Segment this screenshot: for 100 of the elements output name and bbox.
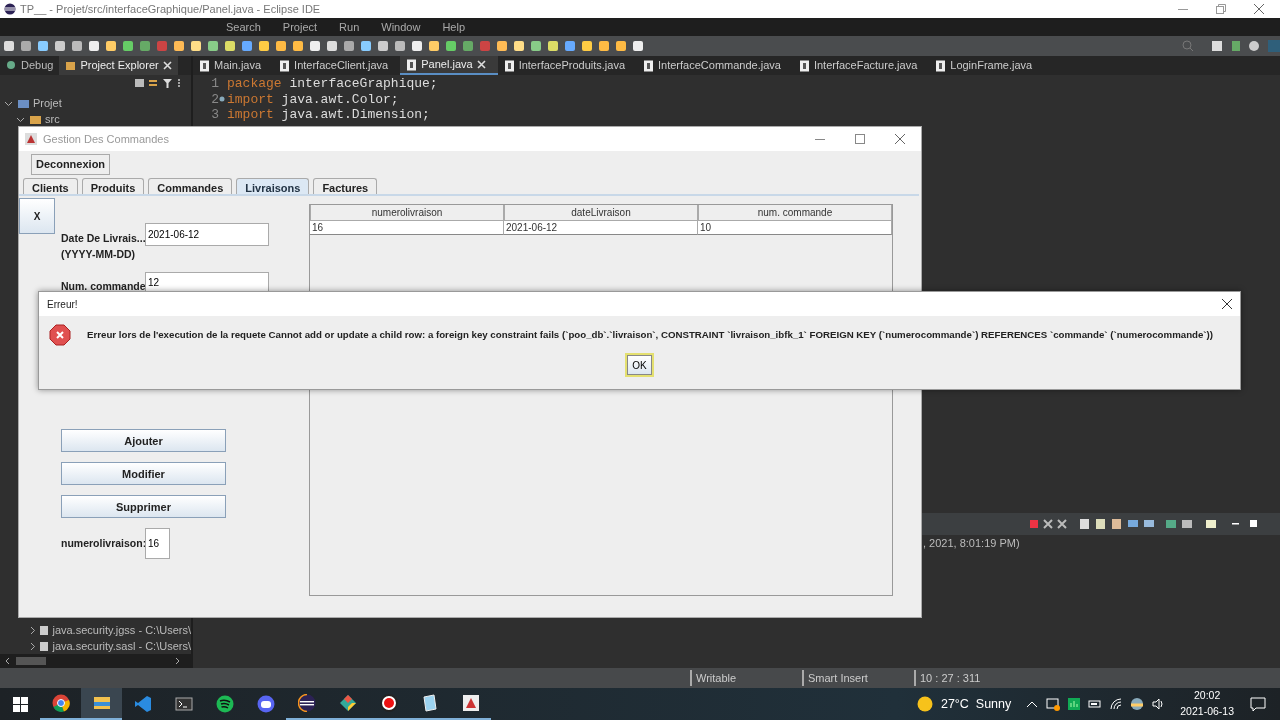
windows-start-icon[interactable] (12, 696, 28, 712)
music-app-icon (215, 695, 234, 713)
library-icon (39, 624, 49, 636)
close-button[interactable]: X (19, 198, 55, 234)
format-hint: (YYYY-MM-DD) (61, 246, 137, 262)
record-icon (379, 694, 398, 712)
tab[interactable]: Livraisons (236, 178, 310, 194)
field-label: Date De Livrais... (61, 231, 145, 246)
cloud-icon[interactable] (1130, 697, 1145, 711)
perspective-icons-drawing[interactable] (1210, 39, 1280, 53)
status-field: 10 : 27 : 311 (914, 669, 1014, 687)
ok-button[interactable]: OK (627, 355, 652, 375)
line-number: 1 (210, 76, 219, 92)
view-tab[interactable]: Debug (0, 56, 60, 75)
tab[interactable]: Commandes (148, 178, 233, 194)
sun-icon[interactable] (916, 696, 933, 712)
meter-icon[interactable] (1067, 697, 1082, 711)
date-field[interactable]: 2021-06-12 (145, 223, 269, 246)
line-number: 2 (210, 91, 219, 107)
chat-app-icon (256, 695, 275, 713)
tab[interactable]: Clients (23, 178, 78, 194)
clock-date[interactable]: 2021-06-13 (1180, 704, 1234, 720)
notepad-icon (420, 694, 439, 712)
action-button[interactable]: Supprimer (61, 495, 226, 519)
field-label: numerolivraison: (61, 535, 145, 551)
view-toolbar-drawing[interactable] (135, 77, 183, 89)
editor-tab[interactable]: InterfaceProduits.java (497, 56, 637, 75)
tree-item[interactable]: java.security.sasl - C:\Users\ (4, 638, 191, 654)
view-tab[interactable]: Project Explorer (59, 56, 178, 75)
field-label: Num. commande (61, 278, 145, 294)
status-field: Smart Insert (802, 669, 914, 687)
folder-icon (92, 694, 111, 712)
action-button[interactable]: Modifier (61, 462, 226, 486)
ide-icon (297, 694, 316, 712)
wifi-icon[interactable] (1109, 697, 1124, 711)
close-icon[interactable] (1254, 4, 1264, 14)
action-button[interactable]: Ajouter (61, 429, 226, 453)
java-file-icon (199, 59, 210, 72)
code-line: import java.awt.Color; (227, 91, 399, 107)
delivery-number-field[interactable]: 16 (145, 528, 170, 560)
menu-item[interactable]: Project (282, 18, 318, 36)
column-header[interactable]: num. commande (698, 205, 892, 221)
browser-icon (51, 694, 70, 712)
display-icon[interactable] (1046, 697, 1061, 711)
maximize-icon[interactable] (855, 134, 865, 144)
table-cell: 10 (698, 221, 892, 235)
table-cell: 2021-06-12 (504, 221, 698, 235)
clock-time[interactable]: 20:02 (1194, 688, 1221, 704)
volume-icon[interactable] (1151, 697, 1166, 711)
tree-item[interactable]: src (4, 111, 191, 127)
java-file-icon (406, 58, 418, 71)
fold-marker-icon[interactable] (219, 96, 225, 102)
diamond-icon (338, 694, 357, 712)
tree-item[interactable]: java.security.jgss - C:\Users\ (4, 622, 191, 638)
console-text: , 2021, 8:01:19 PM) (922, 536, 1021, 549)
column-header[interactable]: dateLivraison (504, 205, 698, 221)
java-file-icon (935, 59, 947, 72)
folder-icon (65, 60, 77, 71)
notification-icon[interactable] (1250, 696, 1266, 712)
logout-button[interactable]: Deconnexion (31, 154, 111, 175)
code-line: import java.awt.Dimension; (227, 107, 430, 123)
java-app-icon (461, 694, 480, 712)
order-number-field[interactable]: 12 (145, 272, 269, 293)
editor-tab[interactable]: InterfaceCommande.java (637, 56, 793, 75)
battery-icon[interactable] (1088, 697, 1103, 711)
code-line: package interfaceGraphique; (227, 76, 438, 92)
editor-tab[interactable]: LoginFrame.java (929, 56, 1045, 75)
column-header[interactable]: numerolivraison (310, 205, 504, 221)
library-icon (39, 640, 49, 652)
close-icon[interactable] (1222, 299, 1232, 309)
status-field: Writable (690, 669, 802, 687)
restore-icon[interactable] (1216, 4, 1226, 14)
editor-tab[interactable]: InterfaceClient.java (273, 56, 401, 75)
menu-item[interactable]: Window (381, 18, 421, 36)
java-file-icon (798, 59, 810, 72)
editor-tab[interactable]: InterfaceFacture.java (792, 56, 930, 75)
close-icon[interactable] (895, 134, 905, 144)
java-file-icon (643, 59, 654, 72)
editor-tab[interactable]: Main.java (193, 56, 274, 75)
weather-text[interactable]: 27°C Sunny (940, 694, 1012, 714)
java-file-icon (279, 59, 291, 72)
menu-item[interactable]: Run (339, 18, 360, 36)
project-icon (17, 97, 29, 109)
terminal-icon (174, 695, 193, 713)
window-title: TP__ - Projet/src/interfaceGraphique/Panel.java - Eclipse IDE (20, 1, 321, 17)
tab[interactable]: Produits (81, 178, 145, 194)
dialog-title: Erreur! (47, 297, 78, 312)
tree-item[interactable]: Projet (4, 95, 191, 111)
folder-icon (29, 113, 41, 125)
window-title: Gestion Des Commandes (43, 131, 169, 147)
console-toolbar-drawing[interactable] (1030, 518, 1260, 530)
table-cell: 16 (310, 221, 504, 235)
tab[interactable]: Factures (313, 178, 378, 194)
menu-item[interactable]: Search (226, 18, 261, 36)
java-file-icon (503, 59, 515, 72)
error-message: Erreur lors de l'execution de la requete Cannot add or update a child row: a foreign key constraint fails (`poo_db`.`livraison`, CONSTRAINT `livraison_ibfk_1` FOREIGN KEY (`numerocommande`) REFERENCES `commande` (`numerocommande`)) (87, 327, 1214, 342)
editor-tab[interactable]: Panel.java (400, 56, 498, 75)
menu-item[interactable]: Help (442, 18, 466, 36)
java-logo-icon (25, 133, 37, 145)
bug-icon (6, 60, 17, 71)
